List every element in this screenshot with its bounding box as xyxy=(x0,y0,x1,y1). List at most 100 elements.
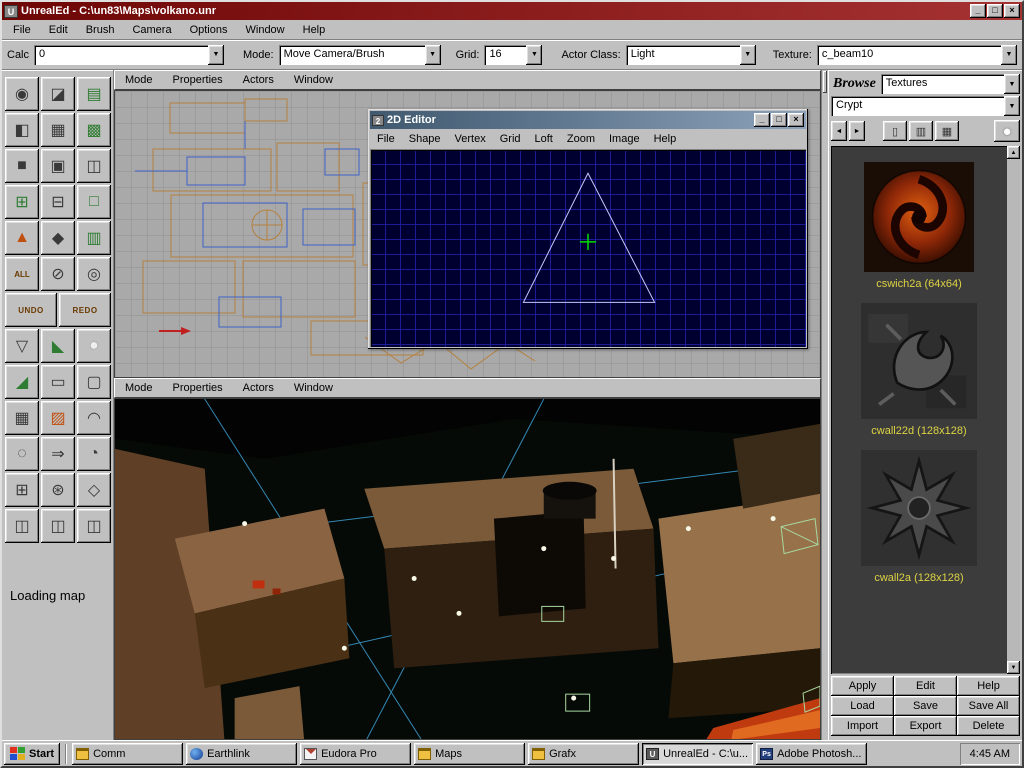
2d-editor-menu-shape[interactable]: Shape xyxy=(402,130,448,148)
stairs-brush-tool[interactable]: ▭ xyxy=(41,365,75,399)
task-unrealed-c-u[interactable]: UUnrealEd - C:\u... xyxy=(642,743,753,765)
viewport-menu-actors[interactable]: Actors xyxy=(233,379,284,397)
mode-select[interactable]: Move Camera/Brush ▼ xyxy=(279,45,441,65)
chevron-down-icon[interactable]: ▼ xyxy=(526,45,542,65)
chevron-down-icon[interactable]: ▼ xyxy=(1004,74,1020,94)
texture-thumbnail-cswich2a[interactable] xyxy=(864,162,974,272)
grid9-tool[interactable]: ⊞ xyxy=(5,473,39,507)
select-all-tool[interactable]: ALL xyxy=(5,257,39,291)
view-large-icon[interactable]: ▯ xyxy=(883,121,907,141)
texture-thumbnail-cwall22d[interactable] xyxy=(861,303,977,419)
prev-package-button[interactable]: ◄ xyxy=(831,121,847,141)
chevron-down-icon[interactable]: ▼ xyxy=(1001,45,1017,65)
texture-thumbnail-cwall2a[interactable] xyxy=(861,450,977,566)
import-button[interactable]: Import xyxy=(831,716,894,736)
sheet-edit-tool[interactable]: ◪ xyxy=(41,77,75,111)
task-comm[interactable]: Comm xyxy=(72,743,183,765)
tube-brush-tool[interactable]: ▢ xyxy=(77,365,111,399)
viewport-menu-properties[interactable]: Properties xyxy=(163,379,233,397)
viewport-menu-window[interactable]: Window xyxy=(284,379,343,397)
2d-editor-menu-grid[interactable]: Grid xyxy=(493,130,528,148)
diamond-sheet-tool[interactable]: ◇ xyxy=(77,473,111,507)
chevron-down-icon[interactable]: ▼ xyxy=(740,45,756,65)
radial-grid-tool[interactable]: ⊛ xyxy=(41,473,75,507)
2d-editor-menu-image[interactable]: Image xyxy=(602,130,647,148)
chevron-down-icon[interactable]: ▼ xyxy=(1004,96,1020,116)
camera-mode-tool[interactable]: ◉ xyxy=(5,77,39,111)
delete-button[interactable]: Delete xyxy=(957,716,1020,736)
minimize-icon[interactable]: _ xyxy=(754,113,770,127)
load-button[interactable]: Load xyxy=(831,696,894,716)
terrain-tool[interactable]: ▨ xyxy=(41,401,75,435)
minimize-icon[interactable]: _ xyxy=(970,4,986,18)
frame-tool-1[interactable]: ◫ xyxy=(5,509,39,543)
viewport-menu-properties[interactable]: Properties xyxy=(163,71,233,89)
menu-help[interactable]: Help xyxy=(294,21,335,39)
edit-button[interactable]: Edit xyxy=(894,676,957,696)
perspective-viewport[interactable] xyxy=(114,398,821,740)
maximize-icon[interactable]: □ xyxy=(987,4,1003,18)
texture-select[interactable]: c_beam10 ▼ xyxy=(817,45,1017,65)
save-all-button[interactable]: Save All xyxy=(957,696,1020,716)
viewport-menu-mode[interactable]: Mode xyxy=(115,379,163,397)
help-button[interactable]: Help xyxy=(957,676,1020,696)
cylinder-brush-tool[interactable]: ◎ xyxy=(77,257,111,291)
maximize-icon[interactable]: □ xyxy=(771,113,787,127)
frame-tool-3[interactable]: ◫ xyxy=(77,509,111,543)
texture-scrollbar[interactable]: ▲ ▼ xyxy=(1007,146,1020,674)
browser-category-select[interactable]: Textures ▼ xyxy=(881,74,1020,94)
2d-editor-menu-zoom[interactable]: Zoom xyxy=(560,130,602,148)
workspace-scrollbar[interactable] xyxy=(821,70,829,740)
apply-button[interactable]: Apply xyxy=(831,676,894,696)
export-button[interactable]: Export xyxy=(894,716,957,736)
start-button[interactable]: Start xyxy=(4,743,60,765)
frame-tool-2[interactable]: ◫ xyxy=(41,509,75,543)
torch-actor-tool[interactable]: ▲ xyxy=(5,221,39,255)
scroll-down-icon[interactable]: ▼ xyxy=(1007,661,1020,674)
wedge-brush-tool[interactable]: ◣ xyxy=(41,329,75,363)
menu-camera[interactable]: Camera xyxy=(123,21,180,39)
intersect-brush-tool[interactable]: □ xyxy=(77,185,111,219)
stair-brush-tool[interactable]: ◫ xyxy=(77,149,111,183)
scroll-up-icon[interactable]: ▲ xyxy=(1007,146,1020,159)
chevron-down-icon[interactable]: ▼ xyxy=(425,45,441,65)
menu-file[interactable]: File xyxy=(4,21,40,39)
view-medium-icon[interactable]: ▥ xyxy=(909,121,933,141)
sphere-brush-tool[interactable]: ● xyxy=(77,329,111,363)
viewport-menu-actors[interactable]: Actors xyxy=(233,71,284,89)
spiral-stair-tool[interactable]: ◔ xyxy=(77,437,111,471)
2d-editor-titlebar[interactable]: 2 2D Editor _ □ × xyxy=(370,111,806,129)
2d-editor-canvas[interactable] xyxy=(370,149,806,347)
menu-brush[interactable]: Brush xyxy=(77,21,124,39)
package-select[interactable]: Crypt ▼ xyxy=(831,96,1020,116)
menu-options[interactable]: Options xyxy=(181,21,237,39)
2d-editor-menu-vertex[interactable]: Vertex xyxy=(448,130,493,148)
task-grafx[interactable]: Grafx xyxy=(528,743,639,765)
cube-brush-tool[interactable]: ■ xyxy=(5,149,39,183)
viewport-menu-window[interactable]: Window xyxy=(284,71,343,89)
texture-item[interactable]: cwall22d (128x128) xyxy=(861,303,977,437)
move-vertex-tool[interactable]: ◧ xyxy=(5,113,39,147)
sheet-down-tool[interactable]: ▽ xyxy=(5,329,39,363)
task-maps[interactable]: Maps xyxy=(414,743,525,765)
search-tool[interactable]: ◌ xyxy=(5,437,39,471)
sphere-preview-button[interactable]: ● xyxy=(994,120,1020,142)
add-sheet-tool[interactable]: ▤ xyxy=(77,77,111,111)
texture-item[interactable]: cswich2a (64x64) xyxy=(864,162,974,290)
close-icon[interactable]: × xyxy=(788,113,804,127)
next-package-button[interactable]: ► xyxy=(849,121,865,141)
2d-editor-menu-help[interactable]: Help xyxy=(647,130,684,148)
menu-window[interactable]: Window xyxy=(237,21,294,39)
small-cube-tool[interactable]: ▣ xyxy=(41,149,75,183)
2d-editor-menu-file[interactable]: File xyxy=(370,130,402,148)
redo-button[interactable]: REDO xyxy=(59,293,111,327)
undo-button[interactable]: UNDO xyxy=(5,293,57,327)
grid-snap-tool[interactable]: ▩ xyxy=(77,113,111,147)
close-icon[interactable]: × xyxy=(1004,4,1020,18)
title-bar[interactable]: U UnrealEd - C:\un83\Maps\volkano.unr _ … xyxy=(2,2,1022,20)
calc-input[interactable]: 0 ▼ xyxy=(34,45,224,65)
task-eudora-pro[interactable]: Eudora Pro xyxy=(300,743,411,765)
subtract-brush-tool[interactable]: ⊟ xyxy=(41,185,75,219)
2d-editor-menu-loft[interactable]: Loft xyxy=(528,130,560,148)
actor-class-select[interactable]: Light ▼ xyxy=(626,45,756,65)
